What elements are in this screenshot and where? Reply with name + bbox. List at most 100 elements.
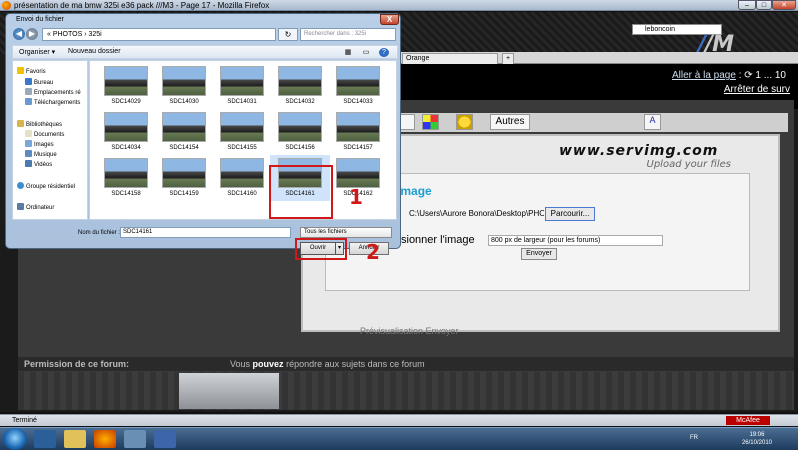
- back-button[interactable]: ◀: [13, 28, 25, 40]
- preview-send-buttons[interactable]: Prévisualisation Envoyer: [360, 326, 520, 340]
- editor-toolbar: A: [398, 113, 788, 132]
- file-name-label: SDC14156: [285, 145, 315, 151]
- font-icon[interactable]: A: [644, 114, 661, 130]
- dialog-close-button[interactable]: X: [380, 14, 399, 25]
- file-type-select[interactable]: Tous les fichiers: [300, 227, 392, 238]
- file-thumbnail[interactable]: SDC14034: [96, 109, 156, 155]
- help-icon[interactable]: ?: [379, 48, 389, 57]
- photo-thumbnail-image: [104, 158, 148, 188]
- preview-pane-icon[interactable]: ▭: [361, 48, 371, 57]
- new-tab-button[interactable]: +: [502, 53, 514, 64]
- file-thumbnail[interactable]: SDC14033: [328, 63, 388, 109]
- permissions-text: Vous pouvez répondre aux sujets dans ce …: [230, 359, 425, 369]
- clock-time: 19:06: [749, 432, 765, 438]
- network-icon[interactable]: [124, 430, 146, 448]
- file-name-label: SDC14159: [169, 191, 199, 197]
- media-player-icon[interactable]: [34, 430, 56, 448]
- nav-item-recent[interactable]: Emplacements ré: [25, 88, 81, 96]
- file-thumbnail[interactable]: SDC14156: [270, 109, 330, 155]
- file-thumbnail[interactable]: SDC14157: [328, 109, 388, 155]
- organize-button[interactable]: Organiser ▾: [19, 48, 55, 56]
- resize-label: sionner l'image: [401, 234, 475, 246]
- autres-tab[interactable]: Autres: [490, 114, 530, 130]
- address-bar[interactable]: « PHOTOS › 325i: [42, 28, 276, 41]
- navigation-pane: Favoris Bureau Emplacements ré Télécharg…: [12, 60, 88, 220]
- goto-page[interactable]: Aller à la page : ⟳ 1 ... 10: [672, 70, 786, 81]
- new-folder-button[interactable]: Nouveau dossier: [68, 48, 121, 55]
- browse-button[interactable]: Parcourir...: [545, 207, 595, 221]
- maximize-button[interactable]: □: [756, 0, 772, 10]
- nav-item-desktop[interactable]: Bureau: [25, 78, 53, 86]
- nav-item-videos[interactable]: Vidéos: [25, 160, 52, 168]
- dialog-search-input[interactable]: Rechercher dans : 325i: [300, 28, 396, 41]
- goto-link[interactable]: Aller à la page: [672, 70, 736, 81]
- photo-thumbnail-image: [162, 66, 206, 96]
- file-thumbnail[interactable]: SDC14155: [212, 109, 272, 155]
- file-thumbnail[interactable]: SDC14158: [96, 155, 156, 201]
- clock[interactable]: 19:06 26/10/2010: [742, 431, 772, 447]
- photo-thumbnail-image: [336, 112, 380, 142]
- step-marker-2: 2: [366, 240, 380, 264]
- desktop-icon: [25, 78, 32, 85]
- file-thumbnail[interactable]: SDC14030: [154, 63, 214, 109]
- firefox-taskbar-icon[interactable]: [94, 430, 116, 448]
- permissions-label: Permission de ce forum:: [24, 359, 130, 369]
- selection-highlight-box: [269, 165, 333, 219]
- file-thumbnail[interactable]: SDC14159: [154, 155, 214, 201]
- refresh-button[interactable]: ↻: [278, 28, 298, 41]
- start-button[interactable]: [3, 428, 27, 450]
- close-button[interactable]: ✕: [772, 0, 796, 10]
- browser-tab-strip: Orange +: [398, 52, 798, 64]
- nav-item-homegroup[interactable]: Groupe résidentiel: [17, 182, 75, 190]
- explorer-icon[interactable]: [64, 430, 86, 448]
- photo-thumbnail-image: [162, 158, 206, 188]
- tab-orange[interactable]: Orange: [402, 53, 498, 64]
- status-text: Terminé: [12, 417, 37, 424]
- photo-thumbnail-image: [104, 112, 148, 142]
- nav-item-libraries[interactable]: Bibliothèques: [17, 120, 62, 128]
- nav-item-favorites[interactable]: Favoris: [17, 67, 46, 75]
- smiley-icon[interactable]: [456, 114, 473, 130]
- minimize-button[interactable]: –: [738, 0, 756, 10]
- servimg-subtitle: Upload your files: [646, 159, 731, 170]
- photo-thumbnail-image: [104, 66, 148, 96]
- goto-pages[interactable]: : ⟳ 1 ... 10: [739, 70, 786, 81]
- filename-input[interactable]: SDC14161: [120, 227, 291, 238]
- nav-item-music[interactable]: Musique: [25, 150, 57, 158]
- car-thumbnail: [179, 373, 279, 409]
- nav-item-documents[interactable]: Documents: [25, 130, 64, 138]
- photo-thumbnail-image: [220, 112, 264, 142]
- nav-item-computer[interactable]: Ordinateur: [17, 203, 54, 211]
- nav-item-downloads[interactable]: Téléchargements: [25, 98, 80, 106]
- nav-item-pictures[interactable]: Images: [25, 140, 54, 148]
- window-title: présentation de ma bmw 325i e36 pack ///…: [14, 1, 270, 10]
- file-thumbnail[interactable]: SDC14031: [212, 63, 272, 109]
- file-name-label: SDC14160: [227, 191, 257, 197]
- file-thumbnail[interactable]: SDC14154: [154, 109, 214, 155]
- file-thumbnail[interactable]: SDC14029: [96, 63, 156, 109]
- mcafee-badge[interactable]: McAfee: [726, 416, 770, 425]
- file-thumbnail[interactable]: SDC14032: [270, 63, 330, 109]
- forward-button[interactable]: ▶: [26, 28, 38, 40]
- pictures-icon: [25, 140, 32, 147]
- status-bar: Terminé McAfee: [0, 414, 798, 426]
- footer-band: [18, 372, 794, 410]
- stop-watching-link[interactable]: Arrêter de surv: [724, 84, 790, 95]
- clock-date: 26/10/2010: [741, 440, 772, 446]
- step-marker-1: 1: [349, 185, 363, 209]
- window-icon[interactable]: [154, 430, 176, 448]
- color-picker-icon[interactable]: [422, 114, 439, 130]
- open-highlight-box: [295, 238, 347, 260]
- file-thumbnail[interactable]: SDC14160: [212, 155, 272, 201]
- homegroup-icon: [17, 182, 24, 189]
- photo-thumbnail-image: [162, 112, 206, 142]
- view-options-icon[interactable]: ▦: [343, 48, 353, 57]
- resize-select[interactable]: 800 px de largeur (pour les forums): [488, 235, 663, 246]
- send-button[interactable]: Envoyer: [521, 248, 557, 260]
- photo-thumbnail-image: [336, 66, 380, 96]
- dialog-toolbar: Organiser ▾ Nouveau dossier ▦ ▭ ?: [12, 45, 398, 59]
- firefox-title-bar: présentation de ma bmw 325i e36 pack ///…: [0, 0, 798, 11]
- computer-icon: [17, 203, 24, 210]
- language-indicator[interactable]: FR: [690, 435, 698, 441]
- file-path-input[interactable]: C:\Users\Aurore Bonora\Desktop\PHOT: [409, 208, 544, 220]
